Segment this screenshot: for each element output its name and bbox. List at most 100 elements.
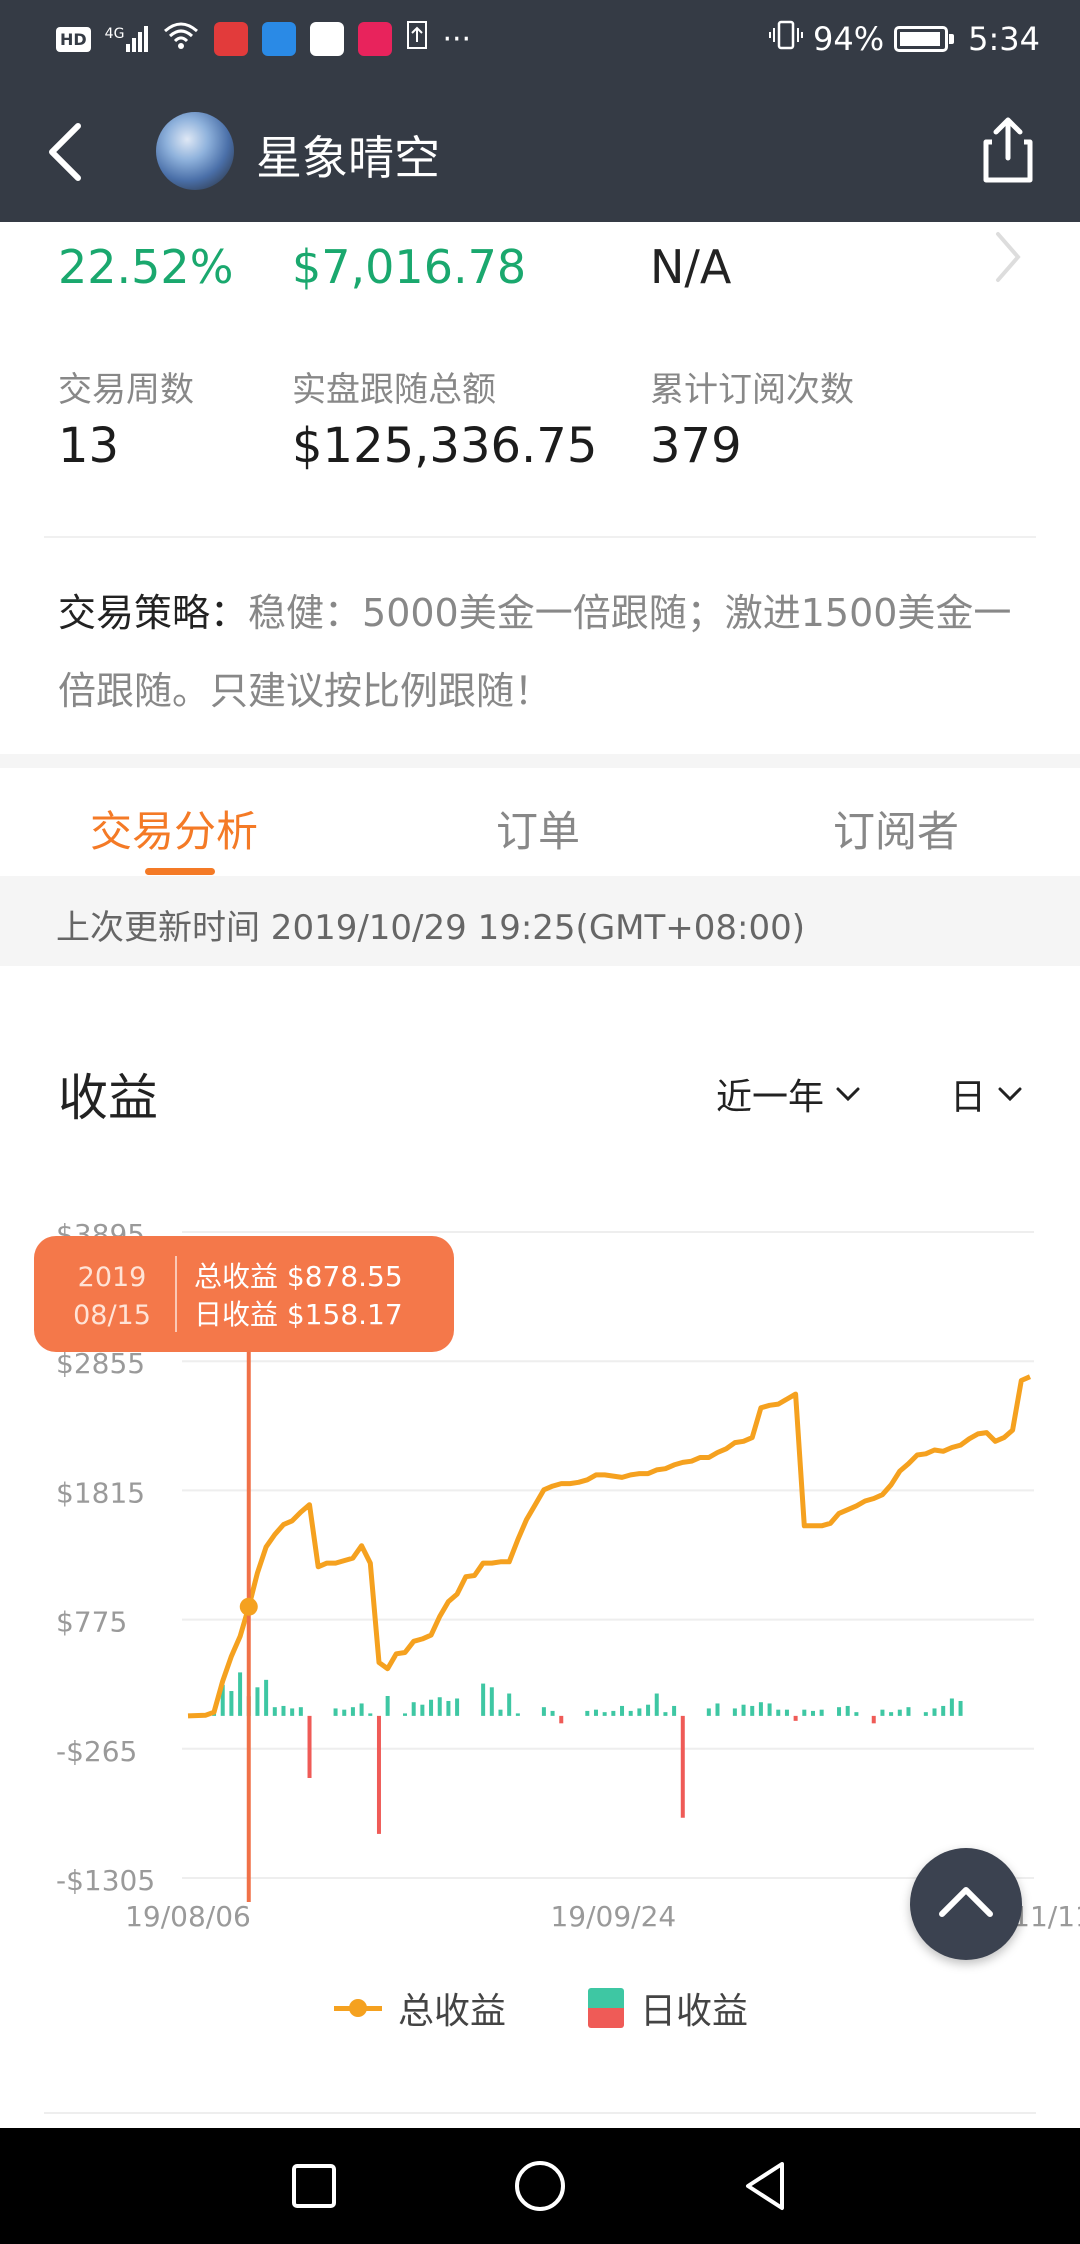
daily-profit-bar — [585, 1710, 590, 1716]
tab-subscribers[interactable]: 订阅者 — [833, 798, 959, 859]
tab-bar: 交易分析 订单 订阅者 — [0, 768, 1080, 876]
back-nav-button[interactable] — [734, 2154, 798, 2218]
daily-profit-bar — [958, 1700, 963, 1716]
tooltip-date: 08/15 — [73, 1300, 151, 1331]
daily-profit-bar — [403, 1713, 408, 1716]
daily-profit-bar — [715, 1703, 720, 1716]
tab-orders[interactable]: 订单 — [496, 798, 580, 859]
daily-profit-bar — [498, 1709, 503, 1716]
chevron-up-icon — [939, 1887, 993, 1917]
daily-profit-bar — [455, 1698, 460, 1716]
stat-return-value: 22.52% — [58, 240, 234, 294]
daily-profit-bar — [845, 1705, 850, 1716]
y-tick-label: $1815 — [56, 1476, 145, 1509]
daily-profit-bar — [949, 1698, 954, 1716]
daily-profit-bar — [637, 1708, 642, 1716]
stat-label-follow-total: 实盘跟随总额 — [292, 370, 496, 410]
battery-percent: 94% — [813, 20, 885, 58]
period-dropdown-label: 日 — [950, 1077, 987, 1118]
daily-profit-bar — [802, 1709, 807, 1716]
hd-indicator: HD — [56, 26, 91, 52]
daily-profit-bar — [489, 1687, 494, 1716]
y-tick-label: -$1305 — [56, 1864, 155, 1897]
profile-name: 星象晴空 — [256, 131, 440, 185]
daily-profit-bar — [620, 1705, 625, 1716]
wifi-icon — [162, 20, 200, 58]
top-bar: HD 4G ··· 94% 5:34 星象晴空 — [0, 0, 1080, 222]
daily-profit-bar — [810, 1710, 815, 1716]
browser-app-icon — [262, 22, 297, 56]
chart-tooltip — [34, 1236, 454, 1352]
range-dropdown[interactable]: 近一年 — [716, 1068, 862, 1120]
daily-profit-bar — [819, 1709, 824, 1716]
daily-profit-bar — [741, 1704, 746, 1716]
daily-profit-bar — [906, 1707, 911, 1716]
tab-trade-analysis[interactable]: 交易分析 — [90, 798, 258, 859]
daily-profit-bar — [359, 1703, 364, 1716]
daily-profit-bar — [238, 1672, 243, 1716]
stock-app-icon — [214, 22, 249, 56]
home-button[interactable] — [508, 2154, 572, 2218]
daily-profit-bar — [793, 1715, 798, 1721]
y-tick-label: $2855 — [56, 1347, 145, 1380]
daily-profit-bar — [298, 1707, 303, 1716]
clock: 5:34 — [968, 20, 1040, 58]
daily-profit-bar — [272, 1707, 277, 1716]
period-dropdown[interactable]: 日 — [950, 1068, 1024, 1120]
selected-point — [239, 1597, 258, 1616]
share-button[interactable] — [970, 112, 1046, 188]
back-button[interactable] — [28, 110, 108, 190]
daily-profit-bar — [229, 1691, 234, 1716]
scroll-top-button[interactable] — [910, 1848, 1022, 1960]
stat-value-follow-total: $125,336.75 — [292, 418, 598, 474]
daily-profit-bar — [923, 1712, 928, 1716]
daily-profit-bar — [255, 1687, 260, 1716]
square-icon — [292, 2164, 336, 2208]
stat-label-subscriptions: 累计订阅次数 — [650, 370, 854, 410]
chevron-right-icon[interactable] — [988, 222, 1028, 292]
tooltip-daily: 日收益 $158.17 — [194, 1298, 403, 1331]
chart-legend: 总收益 日收益 — [0, 1982, 1080, 2038]
daily-profit-bar — [654, 1693, 659, 1716]
avatar[interactable] — [156, 112, 234, 190]
system-nav-bar — [0, 2128, 1080, 2244]
daily-profit-bar — [837, 1707, 842, 1716]
daily-profit-bar — [871, 1715, 876, 1724]
circle-icon — [515, 2161, 565, 2211]
legend-total-label: 总收益 — [398, 1991, 507, 2032]
daily-profit-bar — [368, 1713, 373, 1716]
daily-profit-bar — [593, 1709, 598, 1716]
stat-label-weeks: 交易周数 — [58, 370, 194, 410]
daily-profit-bar — [706, 1708, 711, 1716]
daily-profit-bar — [941, 1705, 946, 1716]
legend-total[interactable]: 总收益 — [334, 1982, 506, 2034]
profit-chart[interactable]: $3895$2855$1815$775-$265-$130519/08/06 19… — [0, 1190, 1080, 1960]
daily-profit-bar — [611, 1710, 616, 1716]
daily-profit-bar — [680, 1715, 685, 1818]
daily-profit-bar — [541, 1707, 546, 1716]
legend-daily[interactable]: 日收益 — [588, 1982, 748, 2034]
video-app-icon — [310, 22, 345, 56]
daily-profit-bar — [342, 1709, 347, 1716]
daily-profit-bar — [281, 1705, 286, 1716]
daily-profit-bar — [646, 1704, 651, 1716]
daily-profit-bar — [750, 1705, 755, 1716]
battery-icon — [894, 26, 955, 52]
daily-profit-bar — [732, 1708, 737, 1716]
daily-profit-bar — [854, 1712, 859, 1716]
legend-daily-label: 日收益 — [640, 1991, 749, 2032]
last-update-time: 上次更新时间 2019/10/29 19:25(GMT+08:00) — [56, 908, 806, 948]
daily-profit-bar — [784, 1709, 789, 1716]
recent-apps-button[interactable] — [282, 2154, 346, 2218]
stats-panel: 22.52% $7,016.78 N/A 交易周数 实盘跟随总额 累计订阅次数 … — [0, 222, 1080, 754]
line-marker-icon — [334, 1996, 382, 2020]
triangle-back-icon — [746, 2162, 784, 2210]
divider — [44, 2112, 1036, 2114]
daily-profit-bar — [889, 1712, 894, 1716]
daily-profit-bar — [350, 1707, 355, 1716]
daily-profit-bar — [672, 1705, 677, 1716]
active-tab-indicator — [145, 868, 215, 875]
vibrate-icon — [769, 20, 804, 58]
daily-profit-bar — [550, 1710, 555, 1716]
daily-profit-bar — [420, 1704, 425, 1716]
